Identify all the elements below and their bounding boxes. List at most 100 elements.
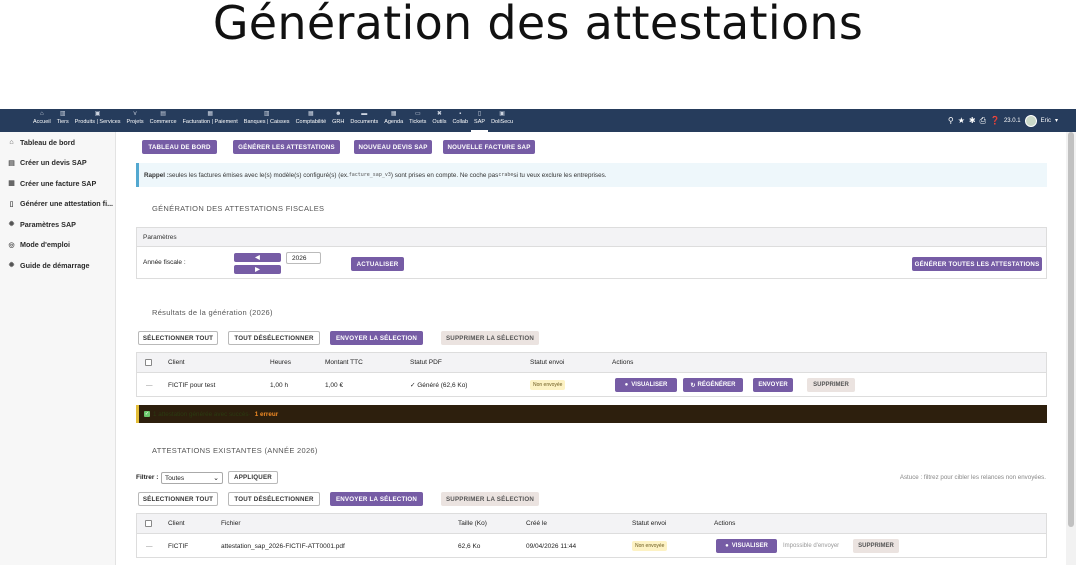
existing-section-title: Attestations existantes (année 2026): [152, 446, 318, 455]
results-select-all-button[interactable]: Sélectionner tout: [138, 331, 218, 345]
dashboard-button[interactable]: Tableau de bord: [142, 140, 217, 154]
new-quote-button[interactable]: Nouveau devis SAP: [354, 140, 432, 154]
topnav-label: Accueil: [33, 119, 51, 125]
existing-send-selection-button[interactable]: Envoyer la sélection: [330, 492, 423, 506]
calendar-icon: ▦: [390, 111, 397, 117]
sidebar-item-1[interactable]: ⌂ Tableau de bord: [0, 132, 115, 153]
sidebar-item-label: Guide de démarrage: [20, 260, 90, 270]
chevron-down-icon[interactable]: ▾: [1055, 117, 1058, 124]
sidebar-item-label: Mode d'emploi: [20, 240, 71, 250]
topnav-item-grh[interactable]: ☻ GRH: [329, 109, 347, 132]
user-name[interactable]: Eric: [1041, 118, 1051, 124]
sidebar-item-label: Tableau de bord: [20, 137, 75, 147]
existing-delete-selection-button[interactable]: Supprimer la sélection: [441, 492, 539, 506]
gear-icon: ✹: [8, 262, 15, 270]
topnav-item-facturation-paiement[interactable]: ▦ Facturation | Paiement: [180, 109, 241, 132]
existing-table-header: Client Fichier Taille (Ko) Créé le Statu…: [137, 514, 1046, 534]
view-button[interactable]: ● Visualiser: [615, 378, 677, 392]
top-menu: ⌂ Accueil ▥ Tiers ▣ Produits | Services ⋎ Proje…: [30, 109, 516, 132]
calculator-icon: ▦: [308, 111, 314, 117]
filter-select[interactable]: Toutes ⌄: [161, 472, 223, 484]
info-label: Rappel :: [144, 171, 169, 179]
generate-button[interactable]: Générer les attestations: [233, 140, 340, 154]
settings-icon[interactable]: ✱: [969, 116, 976, 125]
delete-button[interactable]: Supprimer: [853, 539, 899, 553]
status-badge: Non envoyée: [530, 380, 566, 390]
eye-icon: ●: [624, 382, 629, 388]
topnav-label: Comptabilité: [295, 119, 327, 125]
row-hours: 1,00 h: [270, 381, 289, 389]
topnav-item-outils[interactable]: ✖ Outils: [429, 109, 449, 132]
star-icon[interactable]: ★: [958, 116, 965, 125]
topnav-item-dolisecu[interactable]: ▣ DoliSecu: [488, 109, 516, 132]
sidebar-item-6[interactable]: ◎ Mode d'emploi: [0, 235, 115, 256]
topnav-item-tickets[interactable]: ▭ Tickets: [406, 109, 429, 132]
results-section-title: Résultats de la génération (2026): [152, 308, 273, 317]
results-send-selection-button[interactable]: Envoyer la sélection: [330, 331, 423, 345]
topnav-item-comptabilit[interactable]: ▦ Comptabilité: [293, 109, 330, 132]
parameters-title: Paramètres: [137, 228, 1046, 247]
search-icon[interactable]: ⚲: [948, 116, 954, 125]
topnav-item-produits-services[interactable]: ▣ Produits | Services: [72, 109, 124, 132]
info-text-2: ) sont prises en compte. Ne coche pas: [390, 171, 499, 179]
results-delete-selection-button[interactable]: Supprimer la sélection: [441, 331, 539, 345]
topnav-label: Tiers: [56, 119, 69, 125]
help-icon[interactable]: ❓: [990, 116, 1000, 125]
delete-button[interactable]: Supprimer: [807, 378, 855, 392]
topnav-item-accueil[interactable]: ⌂ Accueil: [30, 109, 54, 132]
topnav-item-tiers[interactable]: ▥ Tiers: [54, 109, 72, 132]
avatar[interactable]: [1024, 114, 1037, 127]
send-button[interactable]: Envoyer: [753, 378, 793, 392]
year-input[interactable]: 2026: [286, 252, 321, 264]
view-button[interactable]: ● Visualiser: [716, 539, 777, 553]
existing-select-all-checkbox[interactable]: [145, 520, 152, 527]
sidebar-item-5[interactable]: ✹ Paramètres SAP: [0, 214, 115, 235]
row-client: FICTIF: [168, 542, 189, 550]
topnav-item-banques-caisses[interactable]: ▥ Banques | Caisses: [241, 109, 293, 132]
generation-section-title: Génération des attestations fiscales: [152, 204, 325, 213]
help-icon: ◎: [8, 241, 15, 249]
prev-year-button[interactable]: ◀: [234, 253, 281, 262]
col-client: Client: [168, 520, 185, 527]
topnav-item-projets[interactable]: ⋎ Projets: [124, 109, 147, 132]
regenerate-button[interactable]: ↻ Régénérer: [683, 378, 743, 392]
topnav-label: GRH: [332, 119, 345, 125]
info-code-2: crabe: [498, 172, 514, 178]
results-select-all-checkbox[interactable]: [145, 359, 152, 366]
cannot-send-label: Impossible d'envoyer: [783, 543, 840, 549]
sidebar-item-7[interactable]: ✹ Guide de démarrage: [0, 255, 115, 276]
sidebar: ⌂ Tableau de bord ▤ Créer un devis SAP ▦ Crée…: [0, 132, 116, 565]
row-created: 09/04/2026 11:44: [526, 542, 577, 550]
next-year-button[interactable]: ▶: [234, 265, 281, 274]
topnav-item-sap[interactable]: ▯ SAP: [471, 109, 489, 132]
topnav-item-commerce[interactable]: ▤ Commerce: [147, 109, 180, 132]
topnav-item-collab[interactable]: ▪ Collab: [449, 109, 471, 132]
existing-deselect-all-button[interactable]: Tout désélectionner: [228, 492, 320, 506]
sidebar-item-2[interactable]: ▤ Créer un devis SAP: [0, 153, 115, 174]
sidebar-item-label: Créer une facture SAP: [20, 178, 97, 188]
sidebar-item-4[interactable]: ▯ Générer une attestation fi...: [0, 194, 115, 215]
topnav-label: Banques | Caisses: [243, 119, 290, 125]
col-pdf-status: Statut PDF: [410, 359, 442, 366]
sidebar-item-3[interactable]: ▦ Créer une facture SAP: [0, 173, 115, 194]
document-icon: ▯: [477, 111, 482, 117]
col-size: Taille (Ko): [458, 520, 487, 527]
topnav-item-documents[interactable]: ▬ Documents: [347, 109, 381, 132]
refresh-button[interactable]: Actualiser: [351, 257, 404, 271]
quote-icon: ▤: [8, 159, 15, 167]
topnav-item-agenda[interactable]: ▦ Agenda: [381, 109, 406, 132]
new-invoice-button[interactable]: Nouvelle facture SAP: [443, 140, 535, 154]
existing-select-all-button[interactable]: Sélectionner tout: [138, 492, 218, 506]
topnav-label: Agenda: [384, 119, 404, 125]
scrollbar-thumb[interactable]: [1068, 132, 1074, 527]
parameters-box: Paramètres Année fiscale : ◀ ▶ 2026 Actu…: [136, 227, 1047, 279]
vertical-scrollbar[interactable]: [1066, 132, 1076, 565]
filter-select-value: Toutes: [165, 474, 185, 482]
filter-label: Filtrer :: [136, 474, 159, 481]
results-deselect-all-button[interactable]: Tout désélectionner: [228, 331, 320, 345]
sidebar-item-label: Générer une attestation fi...: [20, 199, 114, 209]
bank-icon: ▥: [263, 111, 270, 117]
generate-all-button[interactable]: Générer toutes les attestations: [912, 257, 1042, 271]
apply-filter-button[interactable]: Appliquer: [228, 471, 278, 484]
print-icon[interactable]: ⎙: [980, 116, 986, 125]
